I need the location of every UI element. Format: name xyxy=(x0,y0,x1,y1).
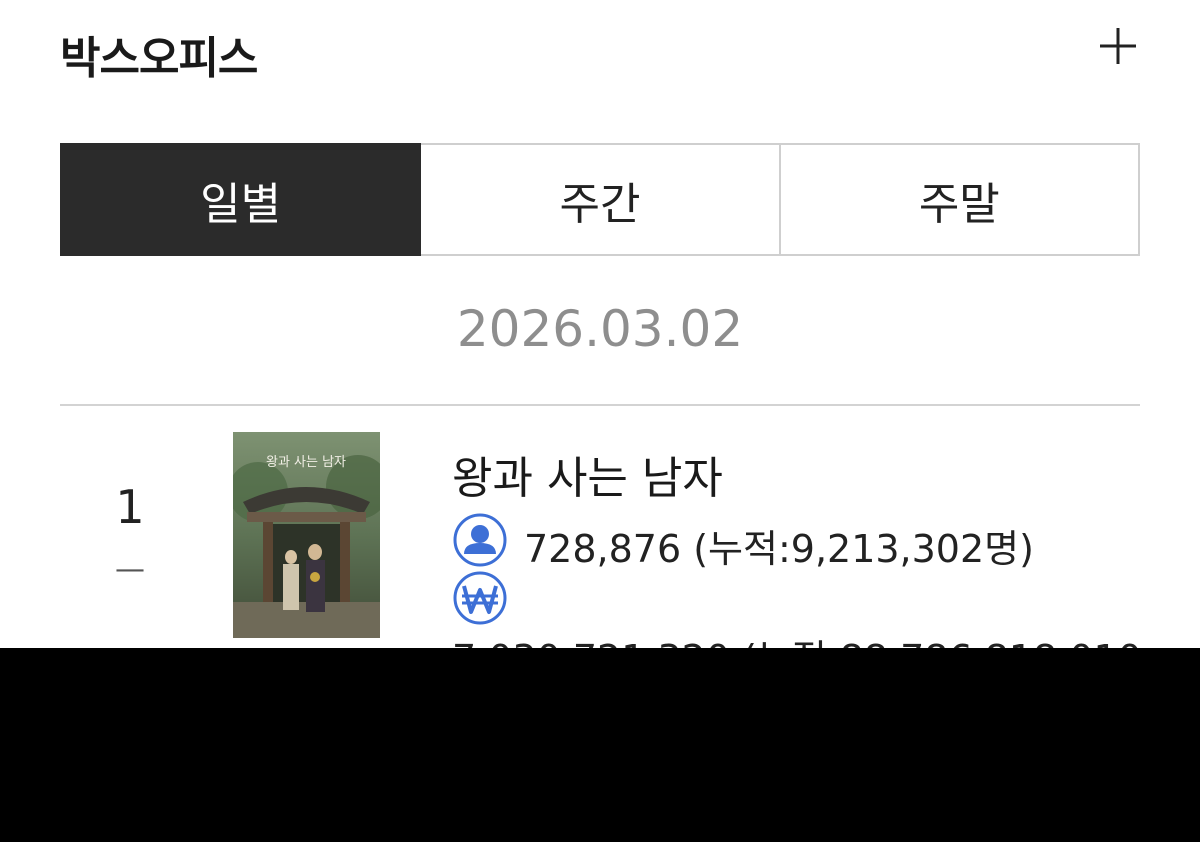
period-tabs: 일별 주간 주말 xyxy=(60,143,1140,256)
tab-weekend[interactable]: 주말 xyxy=(780,143,1140,256)
audience-count: 728,876 (누적:9,213,302명) xyxy=(524,527,1034,571)
header: 박스오피스 xyxy=(60,18,1140,84)
page-title: 박스오피스 xyxy=(60,33,258,84)
plus-icon xyxy=(1100,28,1136,64)
divider xyxy=(60,404,1140,406)
movie-title[interactable]: 왕과 사는 남자 xyxy=(452,442,723,506)
movie-poster[interactable]: 왕과 사는 남자 xyxy=(233,432,380,638)
black-overlay xyxy=(0,648,1200,842)
tab-weekly[interactable]: 주간 xyxy=(421,143,781,256)
tab-daily[interactable]: 일별 xyxy=(60,143,422,256)
box-office-screen: 박스오피스 일별 주간 주말 2026.03.02 1 — 왕과 사는 남자 왕… xyxy=(0,0,1200,842)
won-icon xyxy=(453,571,507,625)
rank-number: 1 xyxy=(115,480,145,534)
poster-title: 왕과 사는 남자 xyxy=(266,455,346,470)
rank-change: — xyxy=(115,552,145,587)
poster-image: 왕과 사는 남자 xyxy=(233,432,380,638)
more-button[interactable] xyxy=(1096,24,1140,68)
person-icon xyxy=(453,513,507,567)
date-label: 2026.03.02 xyxy=(456,300,744,358)
